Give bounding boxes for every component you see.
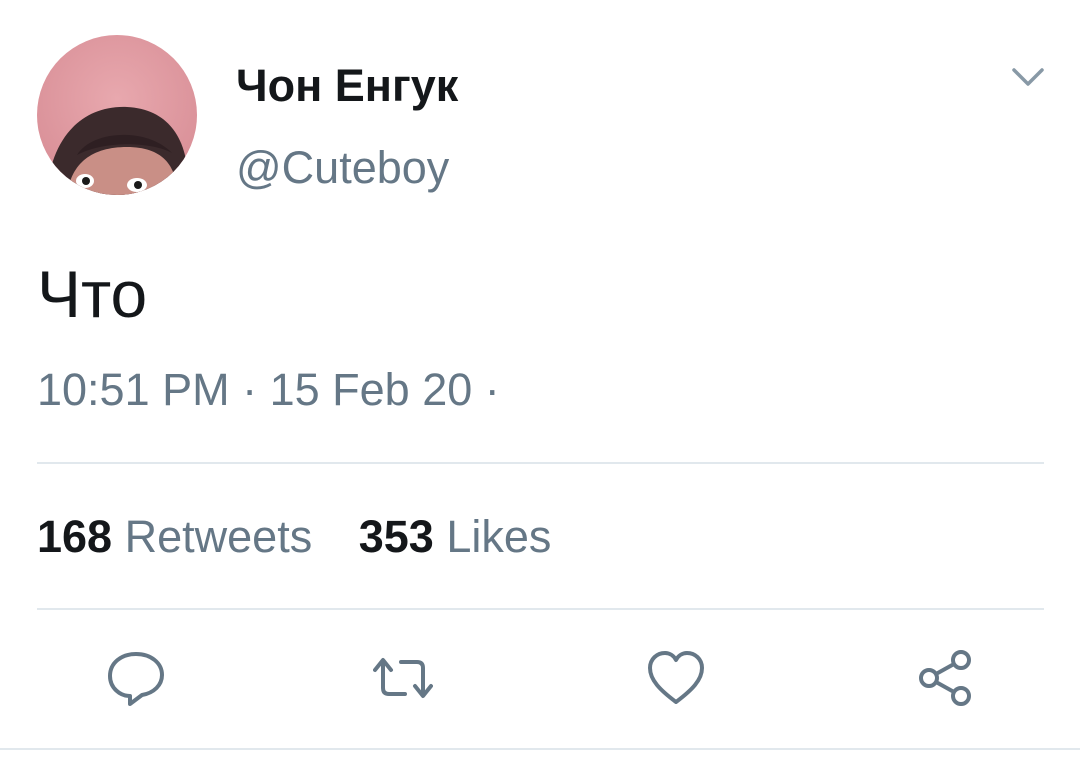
- tweet-text: Что: [37, 257, 148, 331]
- author-handle[interactable]: @Cuteboy: [236, 140, 449, 196]
- tweet-stats: 168 Retweets 353 Likes: [37, 509, 585, 565]
- share-icon[interactable]: [915, 648, 975, 708]
- tweet-card: Чон Енгук @Cuteboy Что 10:51 PM · 15 Feb…: [0, 0, 1080, 770]
- likes-label: Likes: [446, 511, 552, 562]
- retweets-count: 168: [37, 511, 113, 562]
- divider: [37, 608, 1044, 610]
- divider: [0, 748, 1080, 750]
- divider: [37, 462, 1044, 464]
- avatar[interactable]: [37, 35, 197, 195]
- retweets-label: Retweets: [124, 511, 313, 562]
- reply-icon[interactable]: [106, 648, 166, 708]
- retweet-icon[interactable]: [373, 648, 433, 708]
- avatar-image: [37, 35, 197, 195]
- likes-count: 353: [358, 511, 434, 562]
- likes-stat[interactable]: 353 Likes: [359, 509, 552, 565]
- tweet-timestamp[interactable]: 10:51 PM · 15 Feb 20 ·: [37, 362, 500, 418]
- chevron-down-icon[interactable]: [1008, 62, 1048, 94]
- retweets-stat[interactable]: 168 Retweets: [37, 509, 312, 565]
- author-display-name[interactable]: Чон Енгук: [236, 58, 458, 114]
- heart-icon[interactable]: [646, 648, 706, 708]
